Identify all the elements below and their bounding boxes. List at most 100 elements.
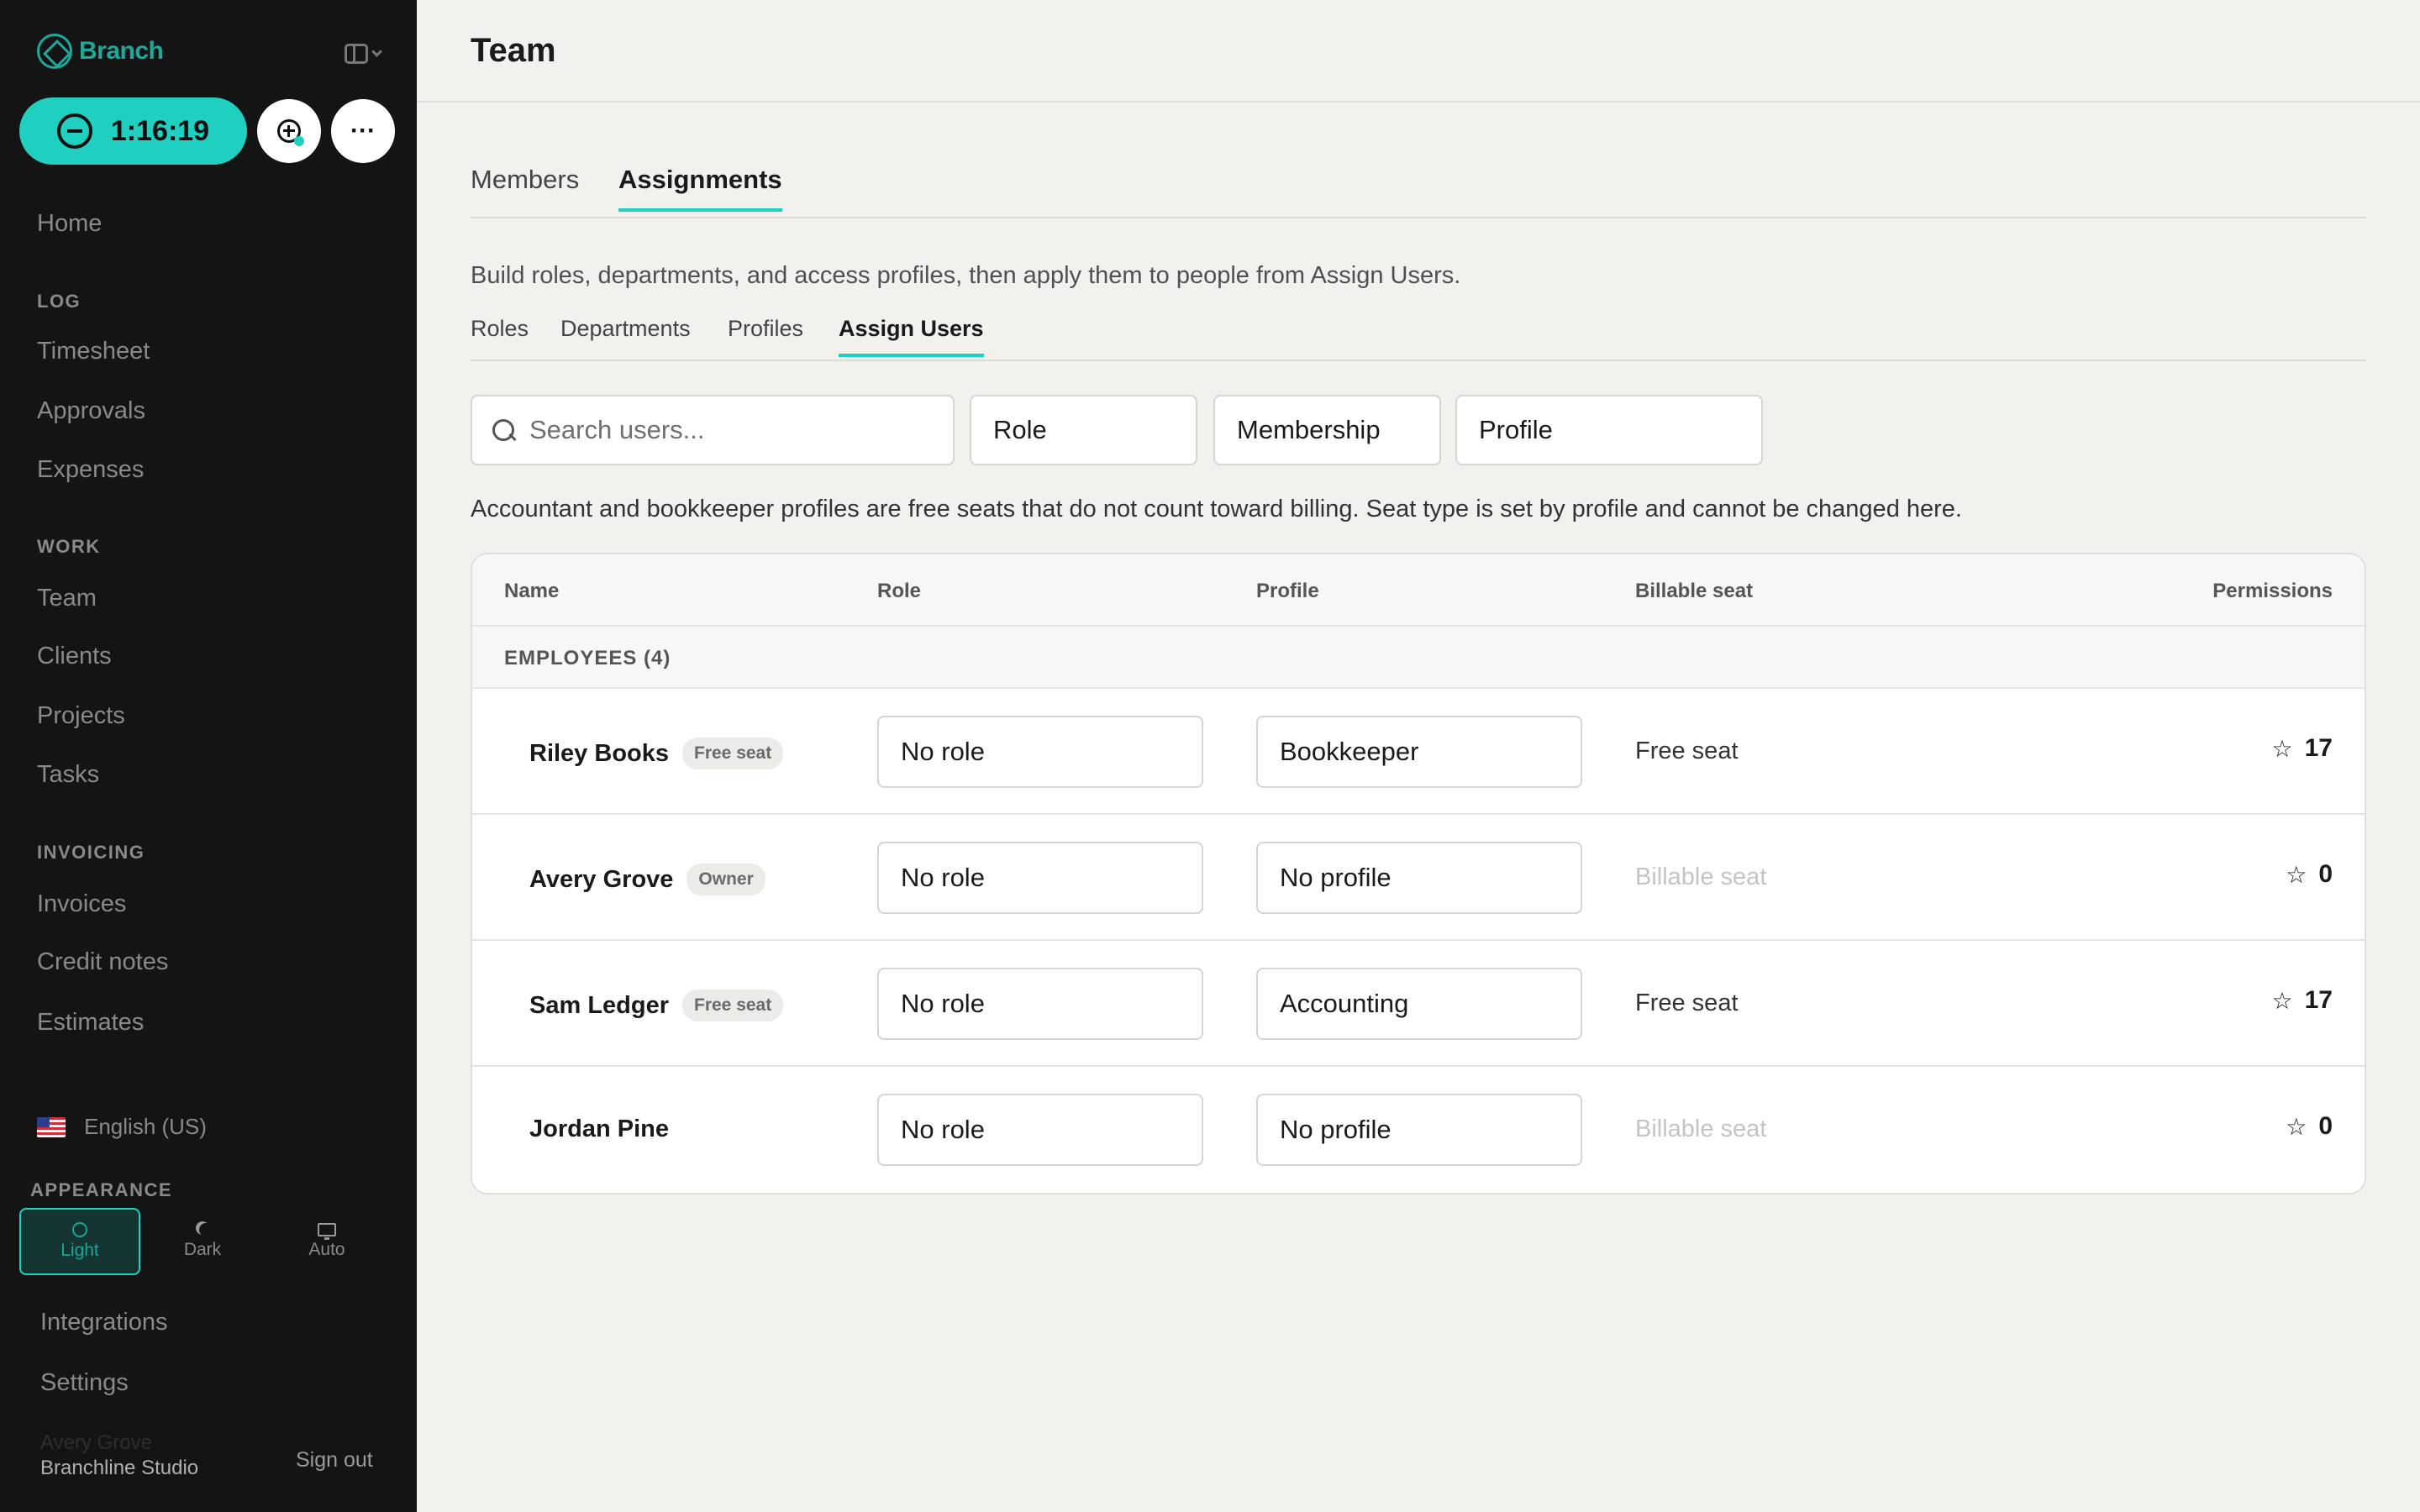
membership-filter[interactable]: Membership (1213, 395, 1441, 465)
star-icon: ☆ (2286, 861, 2307, 888)
search-placeholder: Search users... (529, 415, 705, 444)
billable-seat-value: Free seat (1635, 990, 1739, 1016)
table-row: Sam Ledger Free seat No role Accounting … (472, 941, 2365, 1067)
monitor-icon (318, 1223, 336, 1240)
sidebar: Branch 1:16:19 ··· Home LOG Timesheet Ap… (0, 0, 417, 1512)
sidebar-item-expenses[interactable]: Expenses (37, 456, 144, 484)
add-time-icon (277, 119, 304, 146)
sidebar-item-timesheet[interactable]: Timesheet (37, 338, 150, 365)
sun-icon (72, 1222, 87, 1237)
user-cell: Avery Grove Owner (529, 864, 765, 895)
search-icon (491, 417, 516, 443)
billable-seat-value: Billable seat (1635, 864, 1767, 890)
tab-assignments[interactable]: Assignments (618, 165, 782, 212)
timer-button[interactable]: 1:16:19 (19, 97, 247, 165)
seat-badge: Free seat (682, 738, 784, 769)
permissions-count: 0 (2318, 1112, 2333, 1140)
user-cell: Riley Books Free seat (529, 738, 784, 769)
profile-select[interactable]: Bookkeeper (1256, 716, 1582, 788)
profile-select[interactable]: No profile (1256, 1094, 1582, 1166)
group-row-employees: EMPLOYEES (4) (472, 627, 2365, 689)
sidebar-item-team[interactable]: Team (37, 585, 97, 612)
sidebar-item-settings[interactable]: Settings (40, 1369, 129, 1397)
sub-tabs: Roles Departments Profiles Assign Users (471, 312, 2366, 361)
table-row: Avery Grove Owner No role No profile Bil… (472, 815, 2365, 941)
timer-value: 1:16:19 (110, 114, 210, 147)
profile-select[interactable]: Accounting (1256, 968, 1582, 1040)
intro-text: Build roles, departments, and access pro… (471, 262, 1461, 289)
chevron-down-icon (371, 45, 382, 57)
sidebar-item-invoices[interactable]: Invoices (37, 890, 126, 918)
sidebar-item-tasks[interactable]: Tasks (37, 761, 99, 789)
star-icon: ☆ (2286, 1113, 2307, 1140)
subtab-assign-users[interactable]: Assign Users (839, 316, 984, 357)
sidebar-toggle-button[interactable] (345, 42, 387, 66)
role-select[interactable]: No role (877, 968, 1203, 1040)
page-title: Team (471, 32, 556, 69)
moon-icon (199, 1223, 213, 1236)
appearance-switcher: Light Dark Auto (19, 1208, 392, 1275)
profile-select[interactable]: No profile (1256, 842, 1582, 914)
permissions-button[interactable]: ☆ 17 (2272, 986, 2333, 1015)
subtab-roles[interactable]: Roles (471, 316, 529, 357)
seat-info-note: Accountant and bookkeeper profiles are f… (471, 496, 1962, 522)
logo[interactable]: Branch (37, 34, 164, 69)
language-selector[interactable]: English (US) (37, 1114, 207, 1140)
owner-badge: Owner (687, 864, 765, 895)
sidebar-item-approvals[interactable]: Approvals (37, 397, 145, 425)
subtab-departments[interactable]: Departments (560, 316, 691, 357)
appearance-light-button[interactable]: Light (19, 1208, 140, 1275)
sidebar-section-work: WORK (37, 536, 101, 557)
role-select[interactable]: No role (877, 716, 1203, 788)
column-header-profile: Profile (1256, 580, 1319, 602)
user-name: Riley Books (529, 739, 669, 767)
sidebar-item-projects[interactable]: Projects (37, 702, 125, 730)
sidebar-item-integrations[interactable]: Integrations (40, 1309, 168, 1336)
sign-out-link[interactable]: Sign out (296, 1448, 373, 1473)
appearance-dark-button[interactable]: Dark (140, 1208, 265, 1275)
appearance-auto-button[interactable]: Auto (265, 1208, 389, 1275)
user-name: Avery Grove (40, 1431, 152, 1454)
page-header: Team (417, 0, 2420, 102)
role-select[interactable]: No role (877, 842, 1203, 914)
sidebar-item-clients[interactable]: Clients (37, 643, 112, 670)
permissions-count: 17 (2304, 734, 2333, 762)
stop-timer-icon (56, 113, 92, 149)
table-row: Riley Books Free seat No role Bookkeeper… (472, 689, 2365, 815)
group-label: EMPLOYEES (4) (504, 647, 671, 669)
permissions-button[interactable]: ☆ 0 (2286, 1112, 2333, 1141)
column-header-role: Role (877, 580, 922, 602)
more-options-button[interactable]: ··· (331, 99, 395, 163)
sidebar-item-credit-notes[interactable]: Credit notes (37, 948, 168, 976)
table-row: Jordan Pine No role No profile Billable … (472, 1067, 2365, 1193)
sidebar-section-appearance: APPEARANCE (30, 1179, 173, 1200)
search-input[interactable]: Search users... (471, 395, 955, 465)
column-header-permissions: Permissions (2212, 580, 2333, 602)
table-header: Name Role Profile Billable seat Permissi… (472, 554, 2365, 627)
add-entry-button[interactable] (257, 99, 321, 163)
sidebar-section-invoicing: INVOICING (37, 842, 145, 863)
sidebar-item-home[interactable]: Home (37, 210, 102, 238)
user-cell: Jordan Pine (529, 1116, 669, 1143)
role-select[interactable]: No role (877, 1094, 1203, 1166)
appearance-light-label: Light (60, 1241, 99, 1260)
current-user: Avery Grove Branchline Studio (40, 1431, 198, 1480)
sidebar-item-estimates[interactable]: Estimates (37, 1009, 144, 1037)
tab-members[interactable]: Members (471, 165, 579, 210)
profile-filter[interactable]: Profile (1455, 395, 1763, 465)
appearance-auto-label: Auto (308, 1240, 345, 1259)
seat-badge: Free seat (682, 990, 784, 1021)
user-cell: Sam Ledger Free seat (529, 990, 784, 1021)
column-header-billable-seat: Billable seat (1635, 580, 1754, 602)
permissions-button[interactable]: ☆ 0 (2286, 860, 2333, 889)
assignments-table: Name Role Profile Billable seat Permissi… (471, 553, 2366, 1194)
permissions-button[interactable]: ☆ 17 (2272, 734, 2333, 763)
column-header-name: Name (504, 580, 560, 602)
subtab-profiles[interactable]: Profiles (728, 316, 803, 357)
star-icon: ☆ (2271, 735, 2293, 762)
role-filter[interactable]: Role (970, 395, 1197, 465)
org-name: Branchline Studio (40, 1457, 199, 1479)
billable-seat-value: Free seat (1635, 738, 1739, 764)
billable-seat-value: Billable seat (1635, 1116, 1767, 1142)
star-icon: ☆ (2271, 987, 2293, 1014)
